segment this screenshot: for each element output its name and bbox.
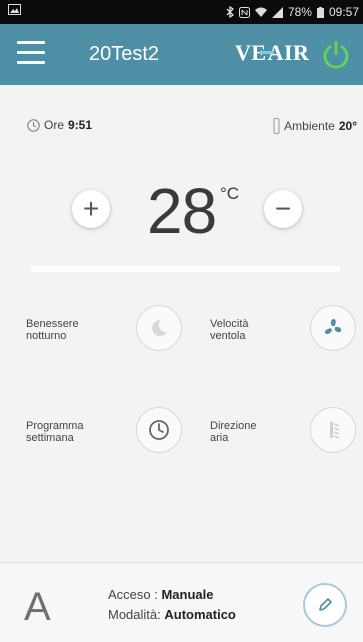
- divider: [30, 266, 340, 272]
- air-direction-label-line1: Direzione: [210, 420, 257, 432]
- air-direction-label-line2: aria: [210, 432, 229, 444]
- brand-logo-right: AIR: [267, 40, 310, 65]
- temperature-unit: °C: [220, 184, 240, 203]
- modalita-label: Modalità:: [108, 607, 165, 622]
- hamburger-icon: [17, 41, 45, 44]
- fan-speed-button[interactable]: [310, 305, 356, 351]
- pencil-icon: [319, 598, 332, 611]
- power-button[interactable]: [320, 39, 352, 71]
- hamburger-icon-line: [17, 51, 45, 54]
- bottom-status-bar: A Acceso : Manuale Modalità: Automatico: [0, 562, 363, 642]
- fan-speed-label-line2: ventola: [210, 330, 246, 342]
- ambient-label: Ambiente: [284, 119, 335, 133]
- fan-speed-label-line1: Velocità: [210, 318, 249, 330]
- menu-button[interactable]: [17, 41, 45, 65]
- weekly-program-label-line1: Programma: [26, 420, 84, 432]
- air-direction-button[interactable]: [310, 407, 356, 453]
- clock-small-icon: [27, 118, 40, 132]
- modalita-line: Modalità: Automatico: [108, 605, 236, 625]
- night-comfort-button[interactable]: [136, 305, 182, 351]
- fan-icon: [324, 319, 342, 335]
- weekly-program-button[interactable]: [136, 407, 182, 453]
- thermometer-icon: [273, 118, 280, 134]
- battery-icon: [316, 6, 324, 18]
- fan-speed-label: Velocità ventola: [210, 318, 249, 342]
- modalita-value: Automatico: [164, 607, 236, 622]
- clock-info: Ore 9:51: [27, 118, 92, 132]
- hamburger-icon-line: [17, 61, 45, 64]
- clock-label: Ore: [44, 118, 65, 132]
- edit-button[interactable]: [303, 583, 347, 627]
- status-lines: Acceso : Manuale Modalità: Automatico: [108, 585, 236, 625]
- brand-logo-dash: [259, 51, 274, 55]
- weekly-program-label: Programma settimana: [26, 420, 83, 444]
- acceso-line: Acceso : Manuale: [108, 585, 236, 605]
- brand-logo: VEAIR: [235, 40, 309, 66]
- status-bar: 78% 09:57: [0, 0, 363, 24]
- decrease-temperature-button[interactable]: −: [264, 190, 302, 228]
- power-icon: [323, 40, 349, 69]
- louver-icon: [330, 422, 340, 439]
- temperature-value: 28: [147, 175, 217, 247]
- wifi-icon: [254, 7, 267, 18]
- status-time: 09:57: [328, 5, 359, 19]
- increase-temperature-button[interactable]: +: [72, 190, 110, 228]
- weekly-program-label-line2: settimana: [26, 432, 74, 444]
- moon-icon: [152, 319, 167, 336]
- acceso-label: Acceso :: [108, 587, 162, 602]
- night-comfort-label: Benessere notturno: [26, 318, 79, 342]
- mode-letter: A: [24, 585, 51, 629]
- ambient-value: 20°: [338, 119, 357, 133]
- nfc-icon: [238, 6, 250, 18]
- acceso-value: Manuale: [161, 587, 214, 602]
- info-row: Ore 9:51 Ambiente 20°: [0, 118, 363, 138]
- ambient-info: Ambiente 20°: [273, 118, 357, 134]
- clock-time: 9:51: [68, 118, 93, 132]
- air-direction-label: Direzione aria: [210, 420, 256, 444]
- bluetooth-icon: [226, 6, 234, 18]
- night-comfort-label-line2: notturno: [26, 330, 67, 342]
- battery-percent: 78%: [287, 5, 312, 19]
- night-comfort-label-line1: Benessere: [26, 318, 79, 330]
- clock-icon: [149, 420, 169, 440]
- signal-icon: [271, 6, 283, 18]
- device-name: 20Test2: [89, 43, 160, 65]
- app-bar: 20Test2 VEAIR: [0, 24, 363, 85]
- image-notification-icon: [8, 4, 21, 15]
- temperature-control: + 28 °C −: [0, 175, 363, 248]
